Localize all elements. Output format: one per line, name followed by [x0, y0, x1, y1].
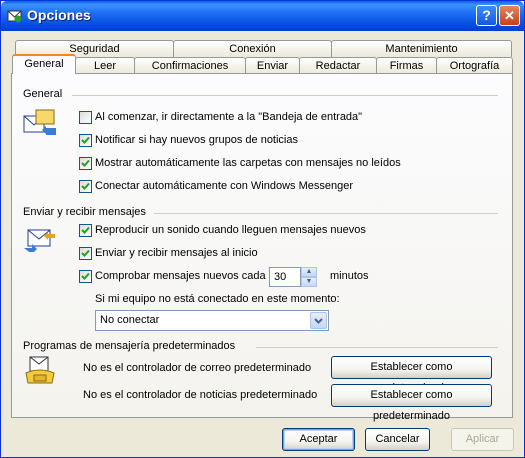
label-show-unread-folders: Mostrar automáticamente las carpetas con… [95, 157, 401, 169]
offline-behavior-value: No conectar [100, 314, 160, 326]
cancel-button[interactable]: Cancelar [365, 428, 430, 451]
mail-folders-icon [22, 108, 58, 141]
tab-panel-general: General Al comenzar, ir directamente a l… [11, 73, 513, 422]
apply-button: Aplicar [451, 428, 514, 451]
tab-enviar[interactable]: Enviar [245, 57, 300, 74]
checkbox-send-receive-startup[interactable] [79, 247, 92, 260]
spin-down-button[interactable]: ▼ [301, 277, 317, 287]
tab-ortografia[interactable]: Ortografía [436, 57, 513, 74]
check-icon [81, 272, 90, 280]
tab-firmas[interactable]: Firmas [376, 57, 437, 74]
outlook-express-icon [7, 8, 23, 24]
label-play-sound: Reproducir un sonido cuando lleguen mens… [95, 224, 366, 236]
dialog-client: Seguridad Conexión Mantenimiento General… [1, 31, 524, 457]
options-dialog: Opciones ? ✕ Seguridad Conexión Mantenim… [0, 0, 525, 458]
interval-unit-label: minutos [330, 270, 369, 282]
label-auto-messenger: Conectar automáticamente con Windows Mes… [95, 180, 354, 192]
tab-mantenimiento[interactable]: Mantenimiento [331, 40, 512, 57]
help-button[interactable]: ? [476, 5, 497, 26]
checkbox-notify-newsgroups[interactable] [79, 134, 92, 147]
offline-behavior-select[interactable]: No conectar [95, 310, 329, 331]
section-title-general: General [23, 88, 63, 100]
close-button[interactable]: ✕ [499, 5, 520, 26]
tab-confirmaciones[interactable]: Confirmaciones [134, 57, 246, 74]
checkbox-auto-messenger[interactable] [79, 180, 92, 193]
checkbox-show-unread-folders[interactable] [79, 157, 92, 170]
separator [256, 347, 498, 348]
ok-button[interactable]: Aceptar [282, 428, 355, 451]
check-icon [81, 159, 90, 167]
tab-redactar[interactable]: Redactar [299, 57, 377, 74]
phone-mail-icon [22, 355, 58, 392]
checkbox-play-sound[interactable] [79, 224, 92, 237]
tab-leer[interactable]: Leer [75, 57, 135, 74]
tab-conexion[interactable]: Conexión [173, 40, 332, 57]
check-icon [81, 226, 90, 234]
label-go-to-inbox: Al comenzar, ir directamente a la "Bande… [95, 111, 363, 123]
section-title-default-programs: Programas de mensajería predeterminados [23, 340, 236, 352]
separator [72, 95, 498, 96]
label-send-receive-startup: Enviar y recibir mensajes al inicio [95, 247, 258, 259]
spin-up-button[interactable]: ▲ [301, 267, 317, 277]
checkbox-go-to-inbox[interactable] [79, 111, 92, 124]
section-title-send-receive: Enviar y recibir mensajes [23, 206, 146, 218]
check-icon [81, 249, 90, 257]
check-icon [81, 182, 90, 190]
separator [154, 213, 498, 214]
window-title: Opciones [27, 7, 91, 23]
check-interval-input[interactable]: 30 [269, 267, 301, 287]
set-default-news-button[interactable]: Establecer como predeterminado [331, 384, 492, 422]
check-interval-spinner: ▲ ▼ [301, 267, 317, 287]
label-notify-newsgroups: Notificar si hay nuevos grupos de notici… [95, 134, 298, 146]
default-news-status: No es el controlador de noticias predete… [83, 389, 318, 401]
default-mail-status: No es el controlador de correo predeterm… [83, 362, 312, 374]
set-default-mail-button[interactable]: Establecer como predeterminado [331, 356, 492, 394]
title-bar[interactable]: Opciones ? ✕ [1, 1, 524, 31]
check-icon [81, 136, 90, 144]
send-receive-icon [24, 226, 56, 255]
offline-label: Si mi equipo no está conectado en este m… [95, 293, 340, 305]
label-check-every: Comprobar mensajes nuevos cada [95, 270, 266, 282]
tab-general[interactable]: General [12, 54, 76, 74]
checkbox-check-every[interactable] [79, 270, 92, 283]
chevron-down-icon[interactable] [310, 312, 327, 329]
